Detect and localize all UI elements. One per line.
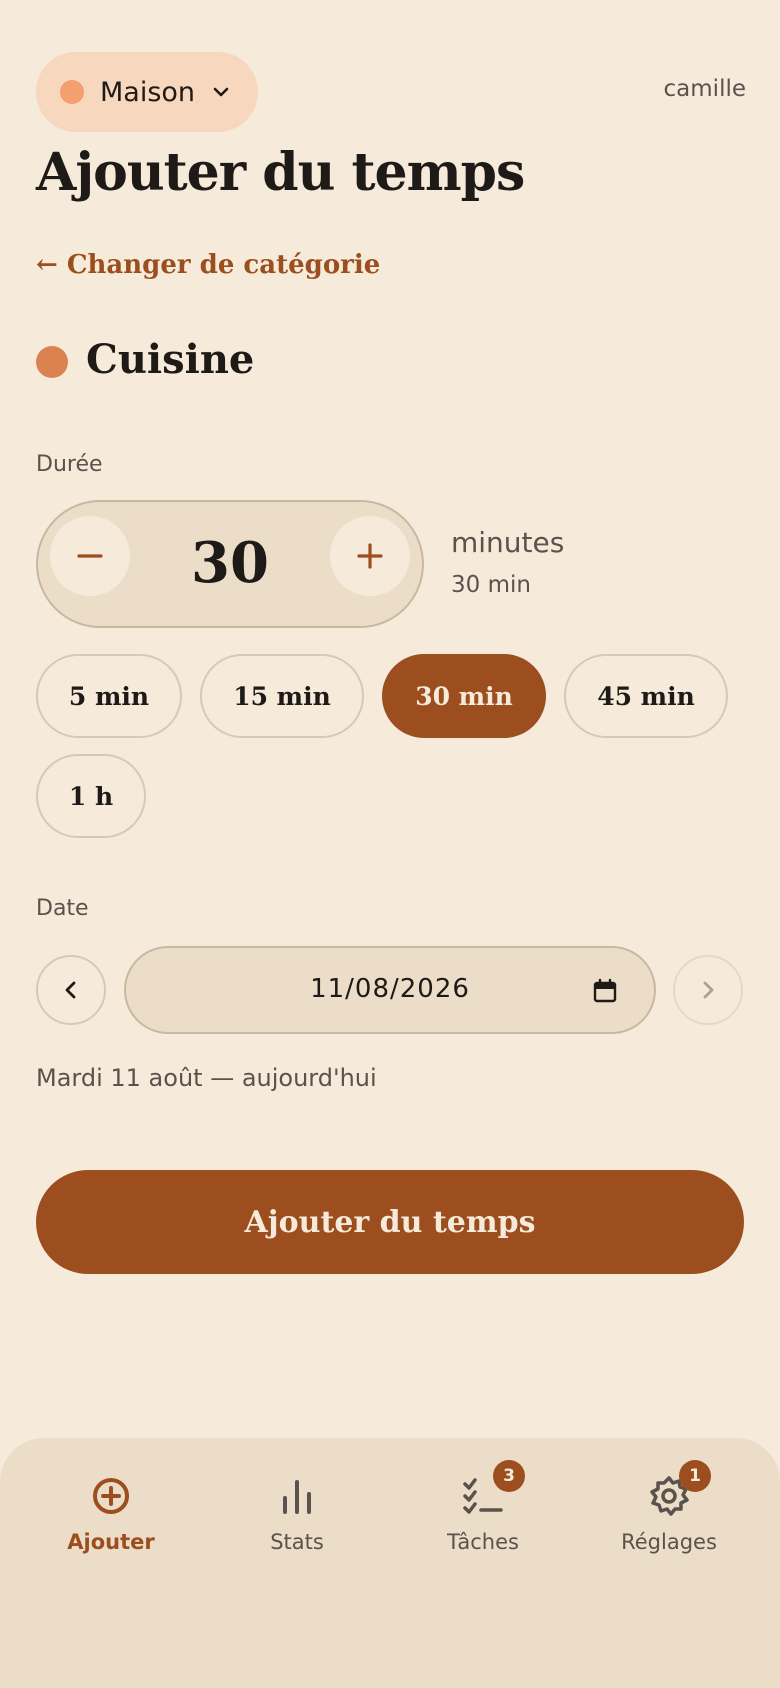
date-input[interactable]: 11/08/2026 [124,946,656,1034]
household-label: Maison [100,76,196,108]
duration-unit: minutes [451,526,565,559]
plus-icon [357,543,383,569]
nav-label-taches: Tâches [447,1530,519,1554]
household-selector[interactable]: Maison [36,52,258,132]
nav-label-reglages: Réglages [621,1530,717,1554]
settings-badge: 1 [679,1460,711,1492]
preset-chip-45min[interactable]: 45 min [564,654,728,738]
preset-chip-30min[interactable]: 30 min [382,654,546,738]
nav-label-stats: Stats [270,1530,324,1554]
chevron-down-icon [213,87,229,97]
previous-day-button[interactable] [36,955,106,1025]
chevron-right-icon [703,981,714,999]
bottom-nav: Ajouter Stats 3 Tâches 1 Réglages [0,1438,780,1688]
preset-chip-1h[interactable]: 1 h [36,754,146,838]
nav-item-stats[interactable]: Stats [217,1474,377,1554]
preset-chip-15min[interactable]: 15 min [200,654,364,738]
calendar-icon[interactable] [592,978,618,1004]
back-link-label: ← Changer de catégorie [36,250,381,280]
household-color-dot [60,80,84,104]
chevron-left-icon [65,981,76,999]
duration-label: Durée [36,452,103,477]
nav-item-ajouter[interactable]: Ajouter [31,1474,191,1554]
category-name: Cuisine [86,336,255,383]
page-title: Ajouter du temps [36,142,525,203]
nav-label-ajouter: Ajouter [67,1530,155,1554]
plus-circle-icon [93,1478,129,1514]
bar-chart-icon [283,1480,311,1514]
nav-item-taches[interactable]: 3 Tâches [403,1460,563,1554]
next-day-button[interactable] [673,955,743,1025]
user-name[interactable]: camille [664,76,746,102]
increment-button[interactable] [330,516,410,596]
duration-stepper: 30 [36,500,424,628]
change-category-link[interactable]: ← Changer de catégorie [36,250,380,280]
duration-summary: 30 min [451,572,531,598]
add-time-button-label: Ajouter du temps [244,1204,536,1240]
checklist-icon: 3 [461,1460,525,1518]
date-label: Date [36,896,89,921]
nav-item-reglages[interactable]: 1 Réglages [589,1460,749,1554]
category-color-dot [36,346,68,378]
date-description: Mardi 11 août — aujourd'hui [36,1064,377,1092]
add-time-button[interactable]: Ajouter du temps [36,1170,744,1274]
gear-icon: 1 [647,1460,711,1518]
date-value: 11/08/2026 [310,974,470,1004]
preset-chip-5min[interactable]: 5 min [36,654,182,738]
tasks-badge: 3 [493,1460,525,1492]
